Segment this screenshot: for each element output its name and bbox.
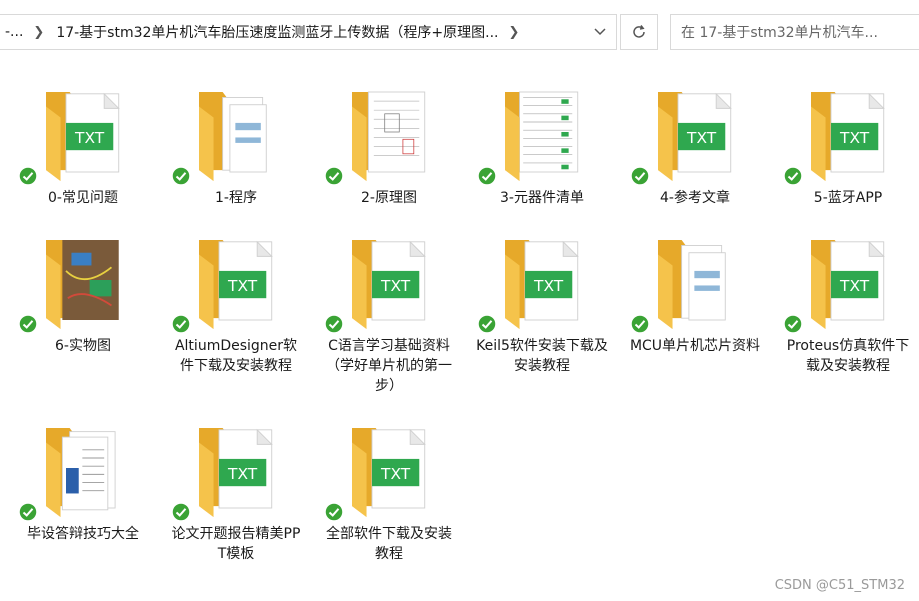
folder-icon: TXT [26, 82, 126, 182]
folder-label: 1-程序 [215, 190, 257, 206]
folder-icon [638, 230, 738, 330]
folder-label: MCU单片机芯片资料 [629, 338, 761, 354]
folder-icon: TXT [791, 230, 891, 330]
folder-label: 0-常见问题 [48, 190, 118, 206]
folder-label: Keil5软件安装下载及安装教程 [476, 338, 608, 374]
folder-icon [26, 230, 126, 330]
green-check-icon [630, 166, 650, 190]
folder-label: C语言学习基础资料（学好单片机的第一步） [326, 338, 452, 394]
folder-label: 3-元器件清单 [500, 190, 584, 206]
folder-label: 6-实物图 [55, 338, 111, 354]
svg-text:TXT: TXT [839, 277, 870, 295]
refresh-icon [633, 25, 645, 38]
green-check-icon [171, 314, 191, 338]
folder-icon: TXT [332, 230, 432, 330]
green-check-icon [324, 502, 344, 526]
chevron-right-icon[interactable]: ❯ [503, 25, 526, 40]
green-check-icon [171, 502, 191, 526]
folder-icon: TXT [179, 230, 279, 330]
svg-text:TXT: TXT [380, 277, 411, 295]
folder-icon: TXT [791, 82, 891, 182]
green-check-icon [324, 314, 344, 338]
folder-label: 2-原理图 [361, 190, 417, 206]
refresh-button[interactable] [620, 14, 658, 50]
green-check-icon [630, 314, 650, 338]
svg-text:TXT: TXT [533, 277, 564, 295]
folder-label: 全部软件下载及安装教程 [326, 526, 452, 562]
breadcrumb-prev[interactable]: -... [0, 24, 27, 40]
folder-label: Proteus仿真软件下载及安装教程 [786, 338, 910, 374]
svg-text:TXT: TXT [74, 129, 105, 147]
folder-label: 毕设答辩技巧大全 [27, 526, 139, 542]
address-toolbar: -... ❯ 17-基于stm32单片机汽车胎压速度监测蓝牙上传数据（程序+原理… [0, 0, 919, 65]
folder-label: 5-蓝牙APP [813, 190, 883, 206]
folder-icon [332, 82, 432, 182]
folder-icon: TXT [179, 418, 279, 518]
svg-text:TXT: TXT [227, 465, 258, 483]
chevron-down-icon[interactable] [584, 15, 616, 49]
folder-label: 4-参考文章 [660, 190, 730, 206]
svg-text:TXT: TXT [839, 129, 870, 147]
svg-text:TXT: TXT [380, 465, 411, 483]
green-check-icon [18, 502, 38, 526]
green-check-icon [477, 314, 497, 338]
watermark: CSDN @C51_STM32 [774, 578, 905, 593]
chevron-right-icon[interactable]: ❯ [27, 25, 50, 40]
folder-label: AltiumDesigner软件下载及安装教程 [174, 338, 298, 374]
green-check-icon [477, 166, 497, 190]
green-check-icon [18, 314, 38, 338]
green-check-icon [783, 314, 803, 338]
green-check-icon [171, 166, 191, 190]
folder-icon [26, 418, 126, 518]
folder-icon [179, 82, 279, 182]
svg-text:TXT: TXT [227, 277, 258, 295]
folder-icon: TXT [485, 230, 585, 330]
folder-label: 论文开题报告精美PPT模板 [171, 526, 301, 562]
folder-icon: TXT [638, 82, 738, 182]
svg-text:TXT: TXT [686, 129, 717, 147]
search-input[interactable]: 在 17-基于stm32单片机汽车... [670, 14, 919, 50]
breadcrumb-current[interactable]: 17-基于stm32单片机汽车胎压速度监测蓝牙上传数据（程序+原理图... [50, 22, 502, 42]
green-check-icon [324, 166, 344, 190]
folder-icon: TXT [332, 418, 432, 518]
green-check-icon [783, 166, 803, 190]
green-check-icon [18, 166, 38, 190]
folder-icon [485, 82, 585, 182]
address-bar[interactable]: -... ❯ 17-基于stm32单片机汽车胎压速度监测蓝牙上传数据（程序+原理… [0, 14, 617, 50]
